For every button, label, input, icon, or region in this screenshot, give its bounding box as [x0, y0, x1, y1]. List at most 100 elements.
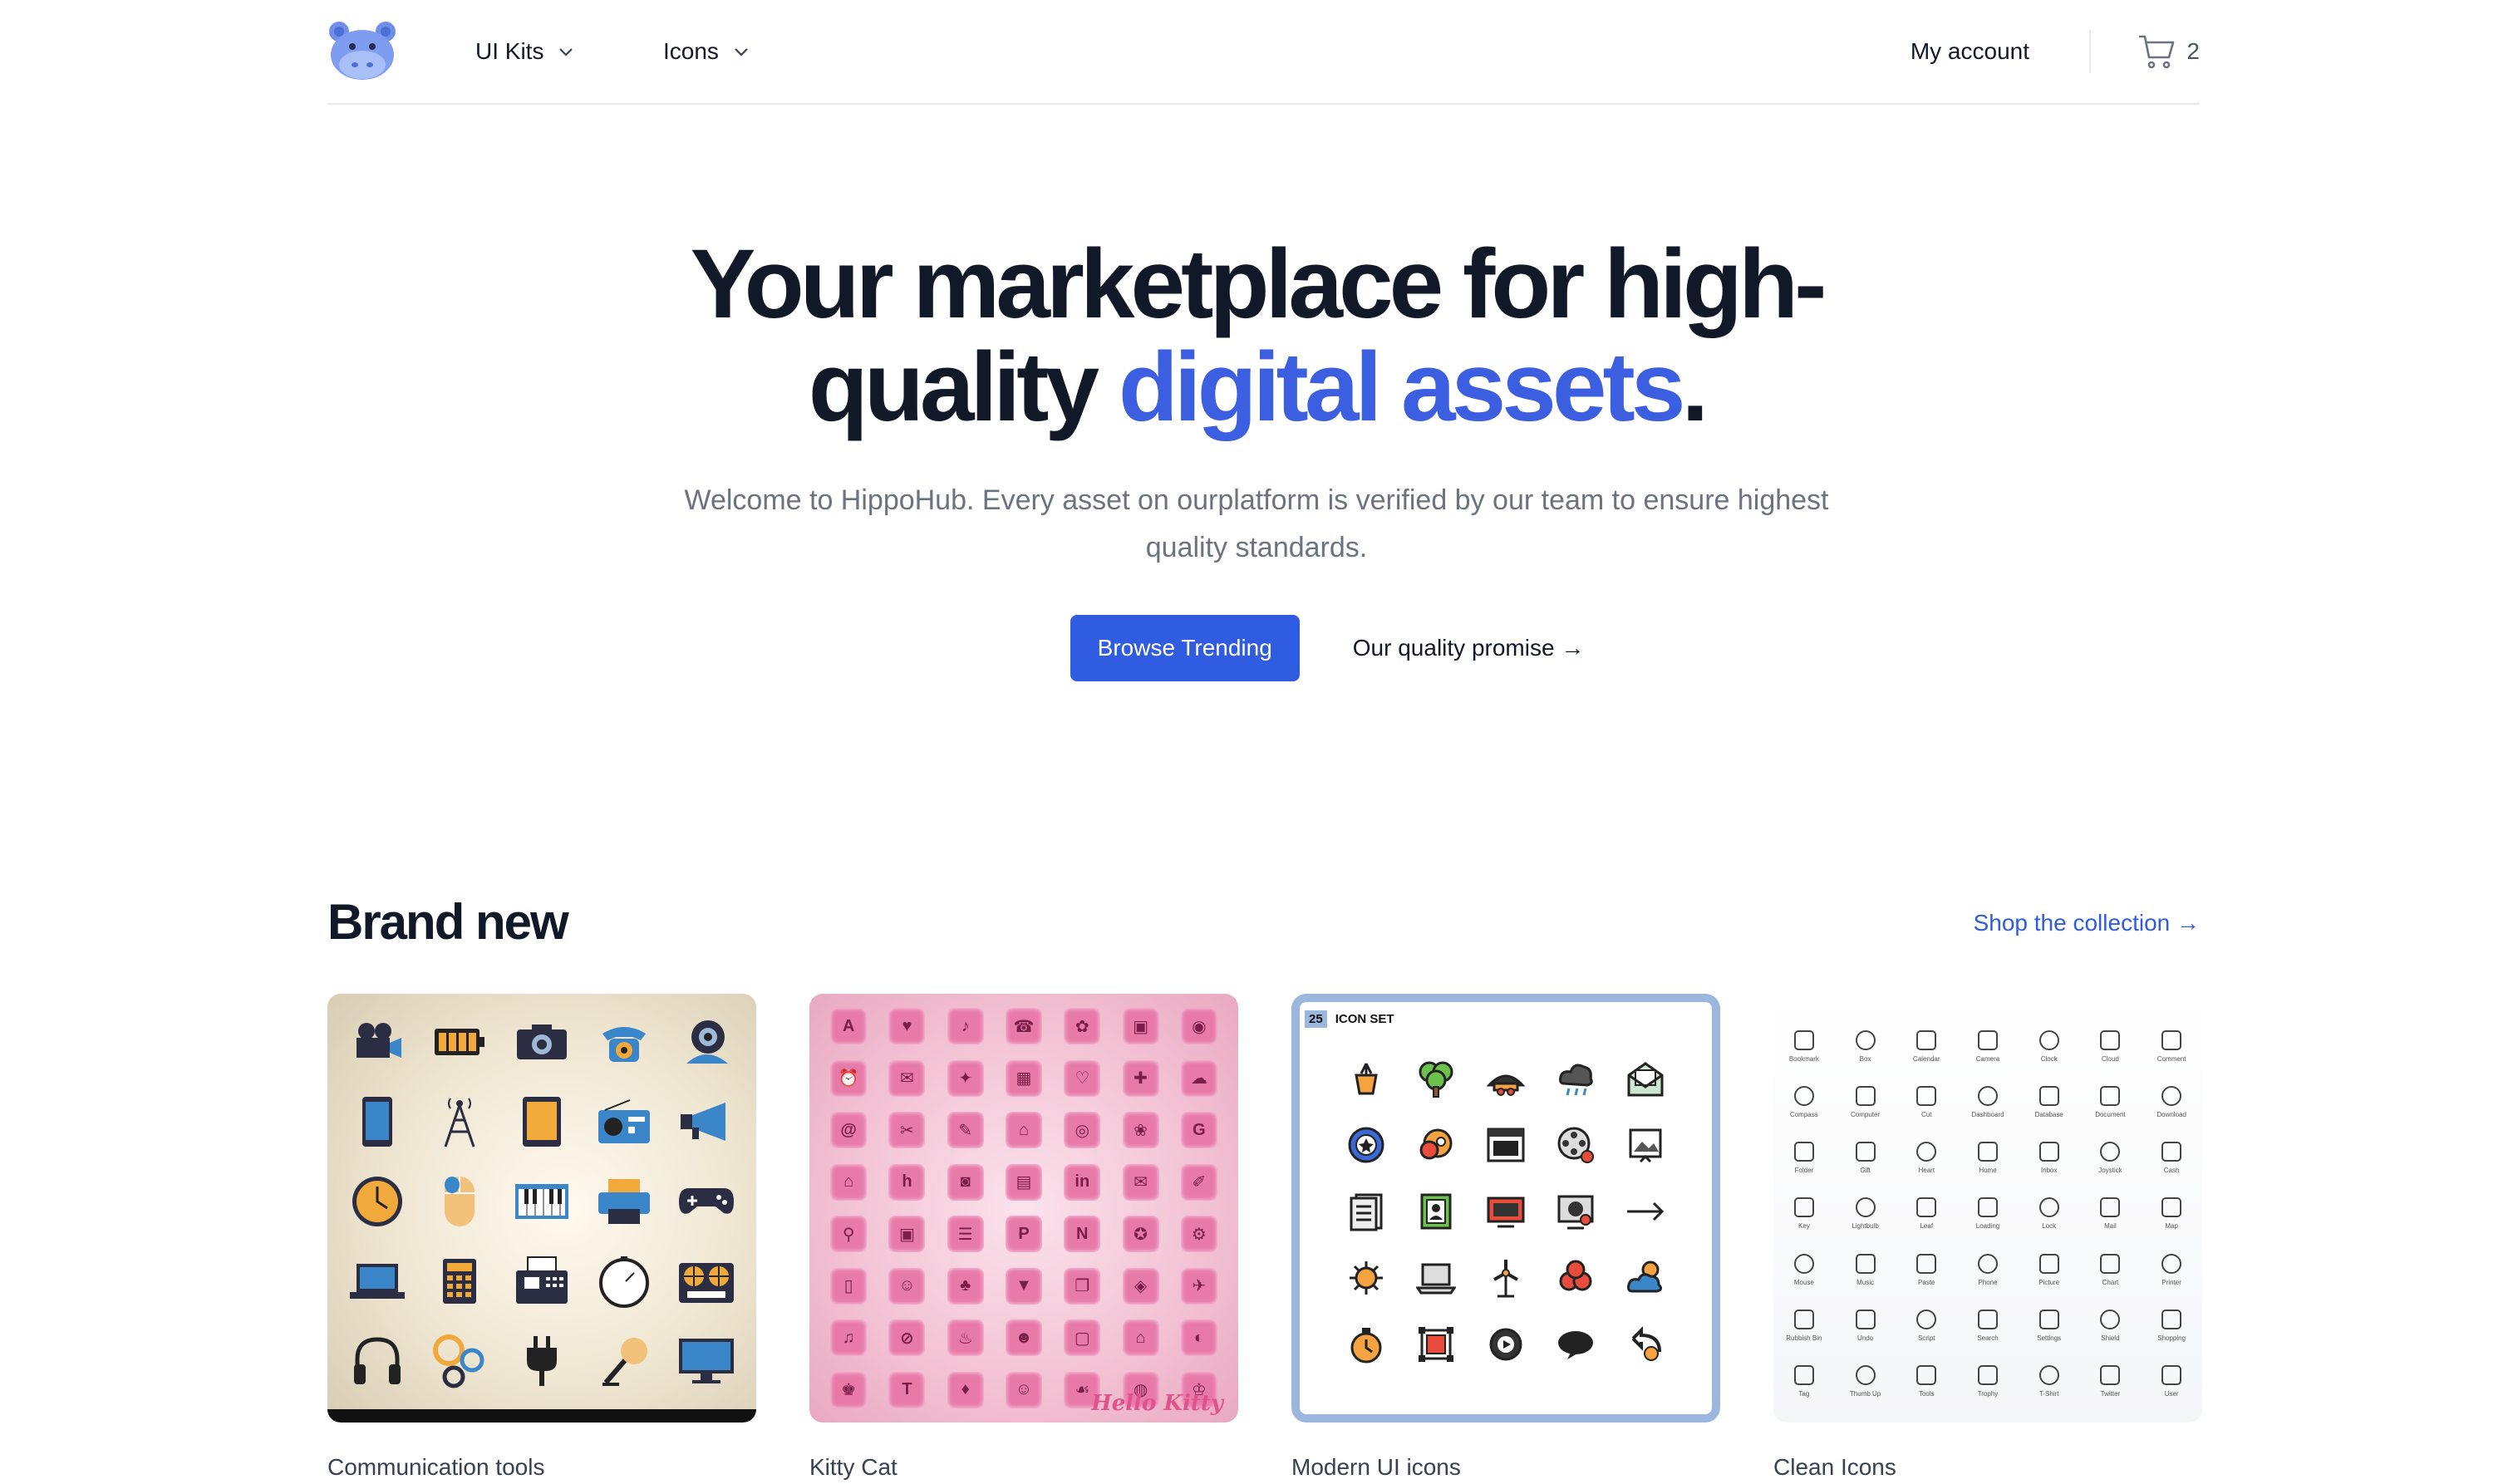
clean-icon-cell: Inbox — [2019, 1130, 2080, 1186]
clean-icon-label: T-Shirt — [2038, 1389, 2059, 1398]
thumb-up-icon — [1855, 1364, 1876, 1385]
mouse-icon — [444, 1177, 475, 1226]
top-navbar: UI Kits Icons My account 2 — [327, 0, 2200, 105]
hero-title-accent: digital assets — [1118, 332, 1686, 442]
computer-icon — [1855, 1086, 1876, 1107]
radio-icon — [598, 1099, 651, 1143]
quality-promise-link[interactable]: Our quality promise → — [1353, 635, 1585, 661]
clean-icon-label: Script — [1918, 1334, 1935, 1342]
bookmark-icon — [1793, 1030, 1814, 1051]
calculator-icon — [442, 1259, 476, 1304]
clean-icon-cell: Download — [2141, 1074, 2202, 1130]
clean-icon-cell: Document — [2080, 1074, 2142, 1130]
tablet-icon — [522, 1097, 561, 1147]
contact-book-icon — [1420, 1193, 1452, 1230]
map-icon — [2161, 1197, 2182, 1218]
clean-icon-label: Folder — [1794, 1167, 1814, 1175]
clean-icon-label: Bookmark — [1788, 1055, 1819, 1064]
clean-icon-cell: Cloud — [2080, 1019, 2142, 1074]
cart-count: 2 — [2186, 38, 2200, 64]
paste-icon — [1916, 1253, 1937, 1274]
dashboard-icon — [1977, 1086, 1998, 1107]
mail-icon — [2100, 1197, 2121, 1218]
smartphone-icon — [361, 1097, 392, 1147]
clean-icon-label: Picture — [2038, 1278, 2060, 1286]
clean-icon-label: Comment — [2156, 1055, 2186, 1064]
clean-icon-label: Leaf — [1920, 1222, 1934, 1231]
chat-bubbles-icon — [1419, 1128, 1453, 1160]
power-plug-icon — [526, 1336, 557, 1386]
chevron-down-icon — [735, 48, 748, 57]
cloud-rain-icon — [1559, 1064, 1593, 1096]
plant-pot-icon — [1355, 1063, 1378, 1095]
printer-icon — [2161, 1253, 2182, 1274]
icon-collage — [336, 1002, 748, 1401]
fax-machine-icon — [515, 1256, 568, 1304]
clean-icon-label: Twitter — [2100, 1389, 2121, 1398]
twitter-icon — [2100, 1364, 2121, 1385]
undo-icon — [1855, 1309, 1876, 1329]
telephone-icon — [602, 1027, 647, 1062]
hero-section: Your marketplace for high-quality digita… — [0, 233, 2513, 681]
berries-icon — [1559, 1260, 1592, 1291]
clean-icon-cell: Cut — [1896, 1074, 1957, 1130]
clean-icon-cell: Mouse — [1773, 1242, 1835, 1298]
clean-icon-cell: Rubbish Bin — [1773, 1298, 1835, 1354]
folder-icon — [1793, 1142, 1814, 1162]
badge-star-icon — [1348, 1127, 1384, 1163]
clean-icon-cell: Heart — [1896, 1130, 1957, 1186]
home-icon — [1977, 1142, 1998, 1162]
product-thumbnail: Bookmark Box Calendar Camera Clock Cloud Comme… — [1773, 994, 2202, 1423]
picture-icon — [2038, 1253, 2059, 1274]
antenna-tower-icon — [444, 1098, 475, 1147]
music-icon — [1855, 1253, 1876, 1274]
browse-trending-button[interactable]: Browse Trending — [1070, 615, 1300, 681]
hero-title: Your marketplace for high-quality digita… — [633, 233, 1880, 439]
product-card[interactable]: A ♥ ♪ ☎ ✿ ▣ ◉ ⏰ ✉ ✦ ▦ ♡ ✚ ☁ @ ✂ ✎ ⌂ ◎ ❀ G ⌂ h ◙ ▤ in ✉ ✐ ⚲ ▣ ☰ P N ✪ ⚙… — [809, 994, 1238, 1481]
compass-icon — [1793, 1086, 1814, 1107]
battery-icon — [434, 1029, 484, 1055]
clean-icon-label: Cut — [1921, 1111, 1932, 1119]
product-card[interactable]: Bookmark Box Calendar Camera Clock Cloud Comme… — [1773, 994, 2202, 1481]
hero-title-end: . — [1681, 332, 1709, 442]
hippo-logo[interactable] — [327, 20, 397, 81]
download-icon — [2161, 1086, 2182, 1107]
loading-icon — [1977, 1197, 1998, 1218]
my-account-link[interactable]: My account — [1911, 0, 2029, 103]
clean-icon-cell: Map — [2141, 1186, 2202, 1241]
clean-icon-cell: Camera — [1957, 1019, 2019, 1074]
shield-icon — [2100, 1309, 2121, 1329]
clean-icon-cell: Music — [1835, 1242, 1896, 1298]
icon-set-title: ICON SET — [1335, 1012, 1394, 1026]
video-monitor-icon — [1557, 1195, 1594, 1230]
document-icon — [2100, 1086, 2121, 1107]
clean-icon-cell: Paste — [1896, 1242, 1957, 1298]
clean-icon-label: Gift — [1860, 1167, 1871, 1175]
clean-icon-cell: Settings — [2019, 1298, 2080, 1354]
menu-ui-kits-label: UI Kits — [475, 38, 544, 64]
cart-icon — [2139, 35, 2175, 69]
cloud-moon-icon — [1627, 1260, 1663, 1293]
shop-collection-link[interactable]: Shop the collection → — [1974, 910, 2200, 936]
product-card[interactable]: Communication tools — [327, 994, 756, 1481]
product-thumbnail: A ♥ ♪ ☎ ✿ ▣ ◉ ⏰ ✉ ✦ ▦ ♡ ✚ ☁ @ ✂ ✎ ⌂ ◎ ❀ G ⌂ h ◙ ▤ in ✉ ✐ ⚲ ▣ ☰ P N ✪ ⚙… — [809, 994, 1238, 1423]
clean-icon-cell: Home — [1957, 1130, 2019, 1186]
icon-collage — [1331, 1045, 1680, 1378]
menu-icons-label: Icons — [663, 38, 719, 64]
lock-icon — [2038, 1197, 2059, 1218]
calendar-icon — [1916, 1030, 1937, 1051]
gears-icon — [432, 1334, 484, 1388]
clean-icon-label: Settings — [2037, 1334, 2062, 1342]
headphones-icon — [353, 1337, 401, 1384]
clean-icon-cell: Gift — [1835, 1130, 1896, 1186]
clean-icon-cell: Comment — [2141, 1019, 2202, 1074]
cart-button[interactable]: 2 — [2137, 0, 2200, 103]
menu-icons[interactable]: Icons — [663, 0, 750, 103]
nav-divider — [2089, 30, 2091, 73]
compass-icon — [599, 1256, 650, 1308]
menu-ui-kits[interactable]: UI Kits — [475, 0, 575, 103]
comment-icon — [2161, 1030, 2182, 1051]
product-card[interactable]: 25 ICON SET Modern UI icons — [1291, 994, 1720, 1481]
rubbish-bin-icon — [1793, 1309, 1814, 1329]
t-shirt-icon — [2038, 1364, 2059, 1385]
